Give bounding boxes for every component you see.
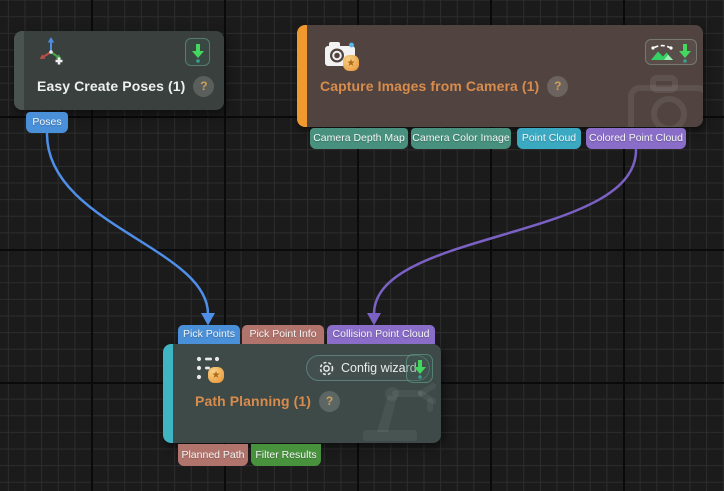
star-badge-icon: ★ [343,55,359,71]
node-accent-strip [14,31,24,110]
camera-watermark-icon [627,75,703,127]
port-filter-results[interactable]: Filter Results [251,444,321,466]
help-icon[interactable]: ? [193,76,214,97]
download-node-button[interactable] [678,42,692,63]
node-title: Capture Images from Camera (1) [320,78,539,94]
gear-icon [319,361,334,376]
download-node-button[interactable] [406,354,433,383]
node-title: Easy Create Poses (1) [37,78,185,94]
download-icon [678,42,692,63]
arrowhead-icon [367,313,381,326]
scan-mountain-icon [650,42,674,62]
camera-icon: ★ [324,38,360,72]
download-icon [191,42,205,63]
help-icon[interactable]: ? [547,76,568,97]
xyz-axes-icon [36,36,66,66]
connection-poses-to-pick-points[interactable] [47,134,215,326]
download-icon [413,358,427,379]
port-point-cloud[interactable]: Point Cloud [517,128,581,149]
port-collision-point-cloud[interactable]: Collision Point Cloud [327,325,435,344]
port-camera-depth-map[interactable]: Camera Depth Map [310,128,408,149]
node-toolbar [645,39,697,65]
node-accent-strip [297,25,307,127]
port-poses[interactable]: Poses [26,112,68,133]
arrowhead-icon [201,313,215,326]
port-pick-point-info[interactable]: Pick Point Info [242,325,324,344]
node-graph-canvas[interactable]: Easy Create Poses (1) ? Poses [0,0,724,491]
download-node-button[interactable] [185,38,210,66]
robot-arm-watermark-icon [361,380,441,443]
help-icon[interactable]: ? [319,391,340,412]
connection-colored-point-cloud-to-collision-point-cloud[interactable] [367,150,636,326]
port-colored-point-cloud[interactable]: Colored Point Cloud [586,128,686,149]
node-accent-strip [163,344,173,443]
node-path-planning[interactable]: ★ Config wizard Path Planning (1) ? [163,344,441,443]
node-capture-images-from-camera[interactable]: ★ Capture Images from Camera (1) [297,25,703,127]
port-pick-points[interactable]: Pick Points [178,325,240,344]
capture-2d3d-button[interactable] [650,42,674,62]
node-easy-create-poses[interactable]: Easy Create Poses (1) ? [14,31,224,110]
port-planned-path[interactable]: Planned Path [178,444,248,466]
star-badge-icon: ★ [208,367,224,383]
node-title: Path Planning (1) [195,393,311,409]
waypoints-icon: ★ [195,354,227,386]
port-camera-color-image[interactable]: Camera Color Image [411,128,511,149]
